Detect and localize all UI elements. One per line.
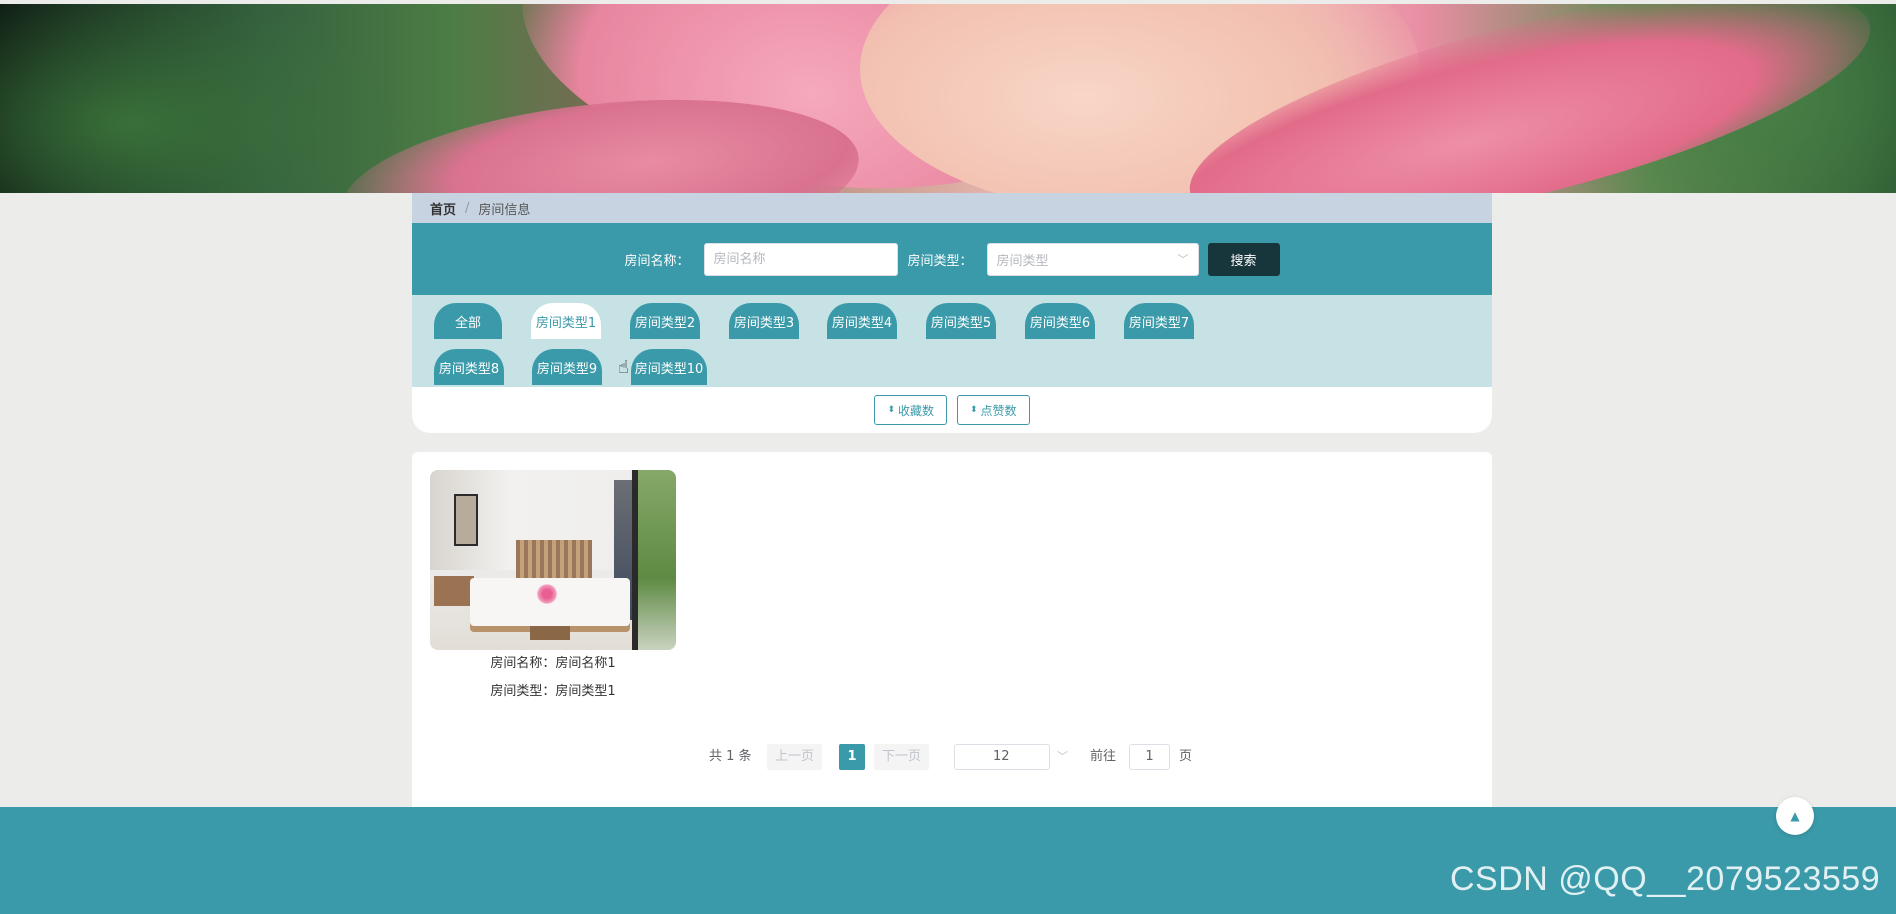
- prev-page-button[interactable]: 上一页: [767, 744, 823, 770]
- filter-panel: 首页 / 房间信息 房间名称： 房间类型： 房间类型 ﹀ 搜索 全部 房间类型1…: [412, 193, 1492, 433]
- room-photo-art: [454, 494, 478, 546]
- tab-room-type-2[interactable]: 房间类型2: [630, 303, 700, 339]
- tab-room-type-5[interactable]: 房间类型5: [926, 303, 996, 339]
- sort-icon: ⬍: [970, 405, 978, 415]
- sort-by-likes-button[interactable]: ⬍ 点赞数: [957, 395, 1030, 425]
- breadcrumb: 首页 / 房间信息: [412, 193, 1492, 223]
- tab-all[interactable]: 全部: [434, 303, 502, 339]
- room-photo-flower: [536, 584, 558, 604]
- tab-room-type-6[interactable]: 房间类型6: [1025, 303, 1095, 339]
- next-page-button[interactable]: 下一页: [874, 744, 930, 770]
- page-number-current[interactable]: 1: [839, 744, 865, 770]
- room-photo-dresser: [434, 576, 474, 606]
- tab-room-type-9[interactable]: 房间类型9: [532, 349, 602, 385]
- tab-room-type-4[interactable]: 房间类型4: [827, 303, 897, 339]
- goto-label: 前往: [1090, 749, 1117, 764]
- banner-image: [0, 4, 1896, 193]
- chevron-down-icon: ﹀: [1057, 750, 1068, 763]
- room-photo-headboard: [516, 540, 592, 580]
- chevron-down-icon: ﹀: [1177, 253, 1189, 266]
- arrow-up-icon: ▲: [1790, 809, 1800, 823]
- room-type-placeholder: 房间类型: [996, 253, 1049, 269]
- tab-room-type-1[interactable]: 房间类型1: [531, 303, 601, 339]
- hand-cursor-icon: ☝: [618, 357, 629, 378]
- room-photo-window: [632, 470, 676, 650]
- room-type-label: 房间类型：: [907, 253, 973, 269]
- breadcrumb-home[interactable]: 首页: [430, 199, 456, 218]
- sort-by-likes-label: 点赞数: [980, 403, 1017, 418]
- room-name-label: 房间名称：: [624, 253, 690, 269]
- sort-by-favorites-label: 收藏数: [897, 403, 934, 418]
- room-name-input[interactable]: [703, 242, 898, 276]
- breadcrumb-current: 房间信息: [478, 202, 531, 218]
- sort-icon: ⬍: [887, 405, 895, 415]
- room-card[interactable]: 房间名称：房间名称1 房间类型：房间类型1: [430, 470, 676, 706]
- page-size-select[interactable]: 12: [954, 744, 1050, 770]
- room-type-text: 房间类型：房间类型1: [490, 684, 616, 699]
- room-photo-table: [530, 626, 570, 640]
- sort-by-favorites-button[interactable]: ⬍ 收藏数: [874, 395, 947, 425]
- tab-room-type-7[interactable]: 房间类型7: [1124, 303, 1194, 339]
- page-suffix: 页: [1179, 749, 1193, 764]
- room-list-panel: 房间名称：房间名称1 房间类型：房间类型1 共 1 条 上一页 1 下一页 12…: [412, 452, 1492, 807]
- watermark-text: CSDN @QQ__2079523559: [1450, 860, 1881, 898]
- room-type-tabs: 全部 房间类型1 房间类型2 房间类型3 房间类型4 房间类型5 房间类型6 房…: [412, 295, 1492, 387]
- back-to-top-button[interactable]: ▲: [1776, 797, 1814, 835]
- room-name-text: 房间名称：房间名称1: [490, 656, 616, 671]
- breadcrumb-separator: /: [465, 200, 470, 216]
- room-type-select[interactable]: 房间类型 ﹀: [986, 242, 1199, 276]
- tab-room-type-3[interactable]: 房间类型3: [729, 303, 799, 339]
- sort-row: ⬍ 收藏数 ⬍ 点赞数: [412, 387, 1492, 433]
- search-bar: 房间名称： 房间类型： 房间类型 ﹀ 搜索: [412, 223, 1492, 295]
- goto-page-input[interactable]: 1: [1129, 744, 1170, 770]
- total-count: 共 1 条: [709, 749, 752, 764]
- tab-room-type-8[interactable]: 房间类型8: [434, 349, 504, 385]
- tab-room-type-10[interactable]: 房间类型10: [631, 349, 707, 385]
- search-button[interactable]: 搜索: [1207, 242, 1280, 276]
- room-image[interactable]: [430, 470, 676, 650]
